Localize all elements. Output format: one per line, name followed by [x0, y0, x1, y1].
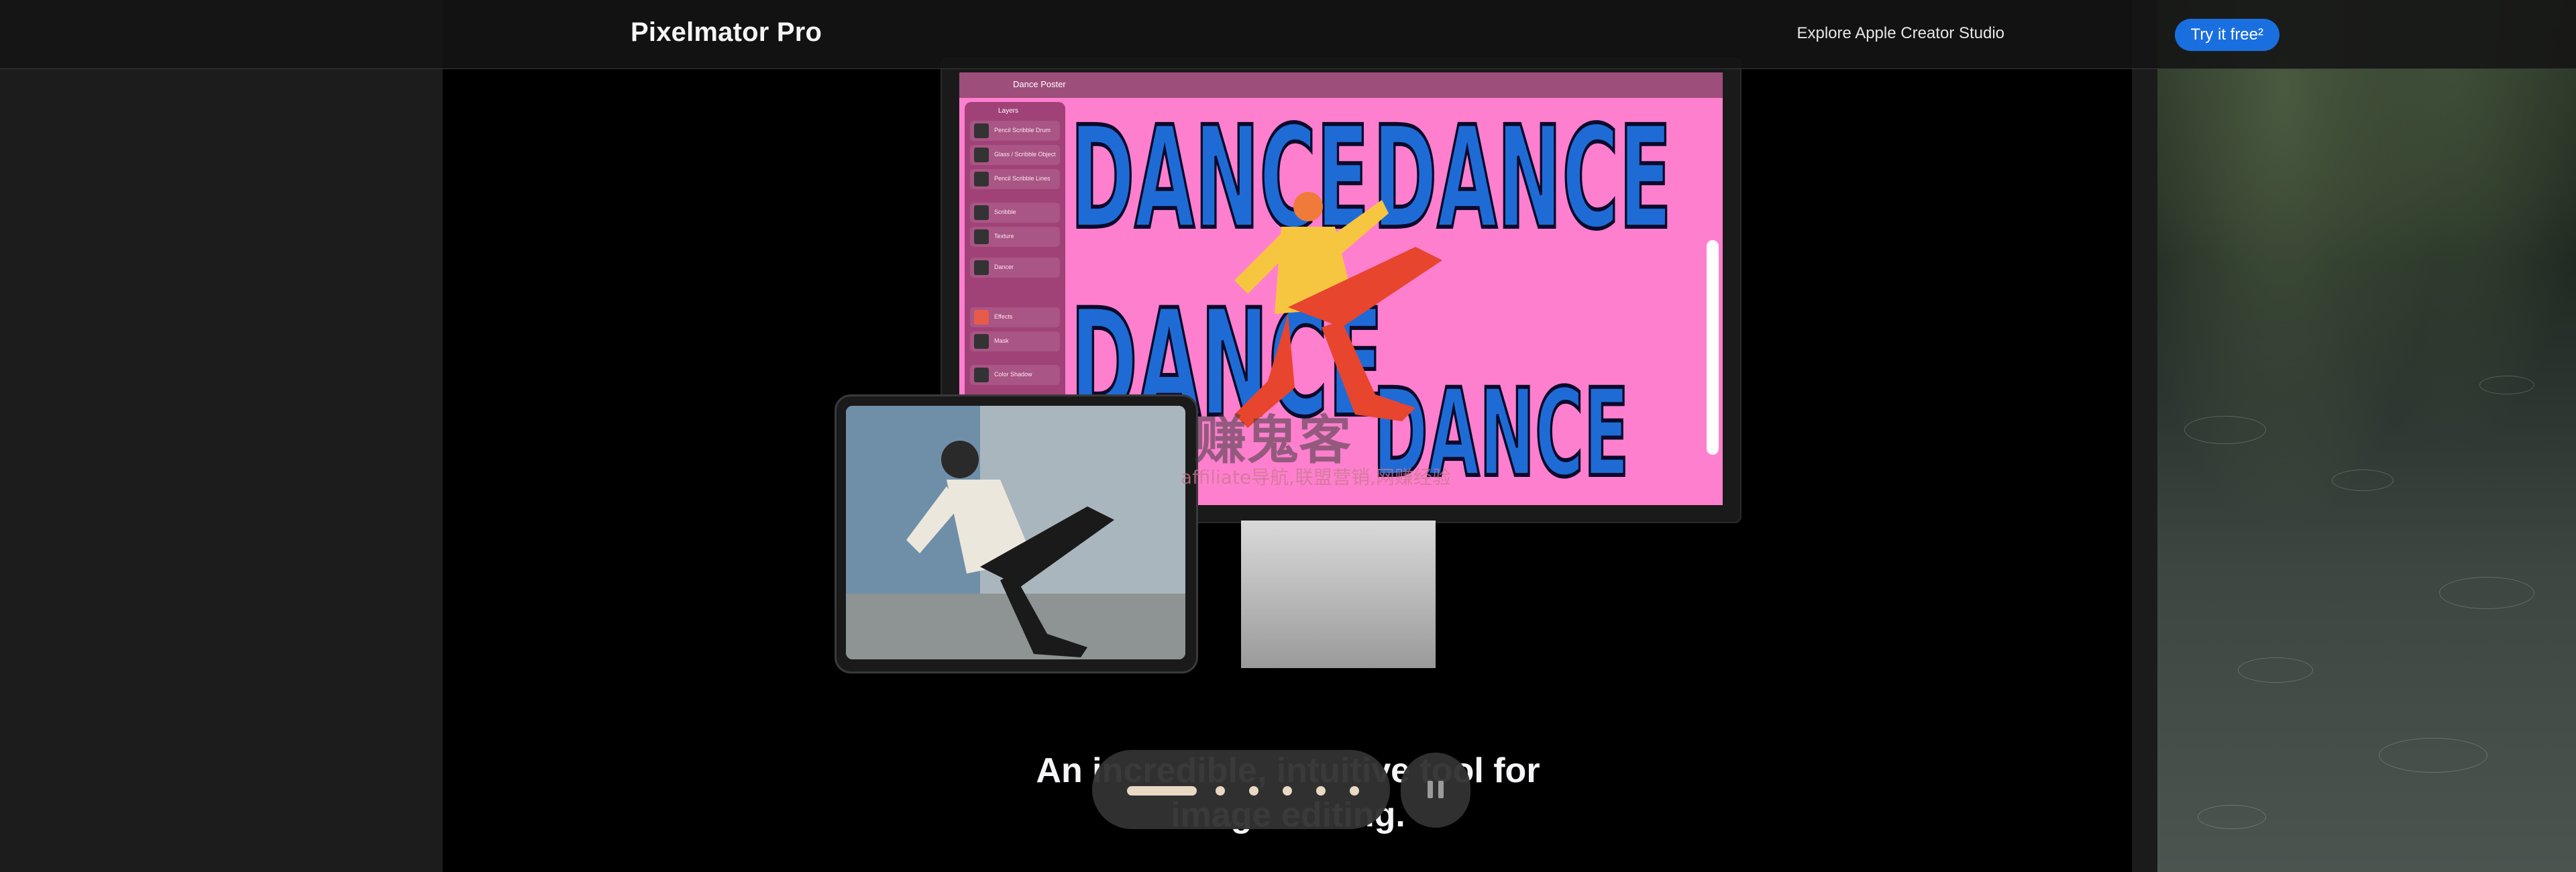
layers-panel-title: Layers	[998, 107, 1019, 115]
watermark-tagline: affiliate导航,联盟营销,网赚经验	[1181, 466, 1451, 488]
next-slide-photo[interactable]	[2157, 0, 2576, 872]
pause-button[interactable]	[1401, 753, 1470, 828]
layer-row[interactable]: Color Shadow	[970, 365, 1060, 385]
layer-row[interactable]: Pencil Scribble Lines	[970, 169, 1060, 189]
layer-row[interactable]: Texture	[970, 227, 1060, 247]
ipad-screen-photo	[846, 406, 1185, 659]
ipad-device	[835, 394, 1198, 673]
carousel-pager	[1092, 750, 1390, 829]
pager-dot[interactable]	[1350, 786, 1359, 796]
explore-creator-studio-link[interactable]: Explore Apple Creator Studio	[1796, 24, 2004, 43]
layer-row[interactable]: Scribble	[970, 203, 1060, 223]
pager-dot[interactable]	[1216, 786, 1225, 796]
top-nav-bar: Pixelmator Pro Explore Apple Creator Stu…	[0, 0, 2576, 69]
pager-dot[interactable]	[1283, 786, 1292, 796]
app-top-bar: Dance Poster	[959, 72, 1723, 98]
layer-row[interactable]: Dancer	[970, 258, 1060, 278]
layer-row[interactable]: Pencil Scribble Drum	[970, 121, 1060, 141]
pager-dot-active[interactable]	[1127, 786, 1197, 796]
document-title: Dance Poster	[1013, 79, 1066, 89]
pager-dot[interactable]	[1316, 786, 1326, 796]
left-background	[0, 0, 443, 872]
layer-row[interactable]: Effects	[970, 307, 1060, 327]
try-it-free-button[interactable]: Try it free²	[2174, 19, 2279, 51]
brand-title[interactable]: Pixelmator Pro	[631, 17, 822, 48]
dancer-photo	[846, 406, 1185, 659]
layer-row[interactable]: Glass / Scribble Object	[970, 145, 1060, 165]
tools-palette[interactable]	[1707, 240, 1719, 455]
layer-row[interactable]: Mask	[970, 331, 1060, 351]
artwork-word: DANCE	[1373, 99, 1672, 260]
pager-dot[interactable]	[1249, 786, 1258, 796]
monitor-stand	[1241, 521, 1436, 668]
